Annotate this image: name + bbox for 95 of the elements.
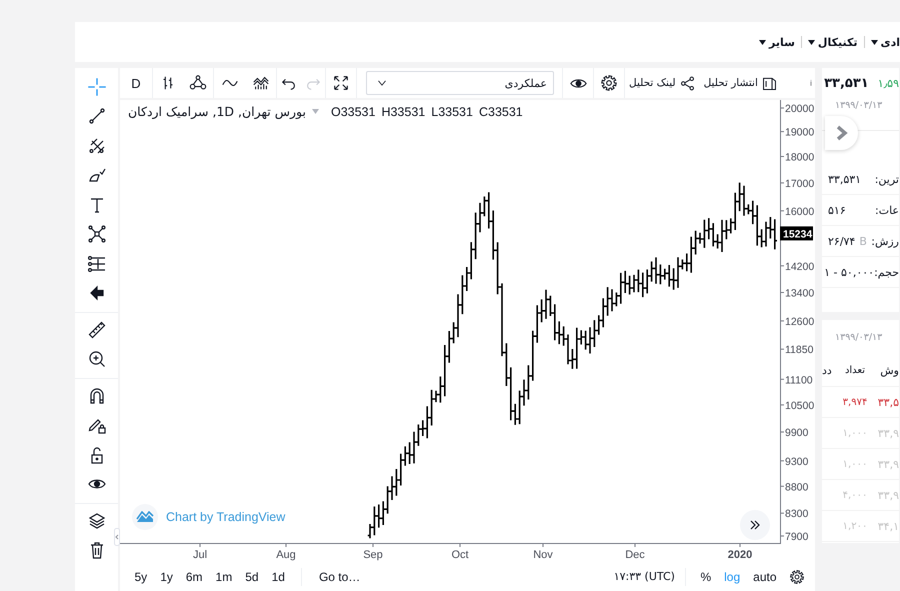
layers-icon[interactable] bbox=[86, 510, 106, 531]
ruler-icon[interactable] bbox=[86, 320, 106, 340]
time-axis-label: Aug bbox=[276, 549, 296, 561]
column-header: وش bbox=[880, 364, 899, 376]
time-axis-label: Sep bbox=[363, 549, 383, 561]
time-axis-label: Dec bbox=[625, 549, 645, 561]
range-button[interactable]: 5d bbox=[238, 562, 266, 591]
price-axis-label: 13400 bbox=[785, 288, 814, 300]
price-axis-label: 11850 bbox=[785, 344, 814, 356]
goto-button[interactable]: Go to… bbox=[312, 562, 367, 591]
trend-line-icon[interactable] bbox=[86, 106, 106, 126]
price-axis-label: 8800 bbox=[785, 481, 808, 494]
trade-count: ۳,۹۷۴ bbox=[842, 396, 868, 408]
time-axis-label: 2020 bbox=[728, 549, 752, 561]
change-value: ۱٫۵۹ bbox=[878, 76, 899, 90]
price-axis-label: 9900 bbox=[785, 427, 808, 439]
crosshair-icon[interactable] bbox=[86, 76, 108, 98]
caret-icon bbox=[758, 40, 766, 44]
templates-icon[interactable] bbox=[252, 74, 270, 92]
pitchfork-icon[interactable] bbox=[86, 136, 106, 156]
indicators-icon[interactable] bbox=[189, 74, 207, 92]
price-axis-label: 12600 bbox=[785, 316, 814, 328]
column-header: تعداد bbox=[844, 364, 866, 376]
settings-icon[interactable] bbox=[789, 568, 805, 584]
trade-count: ۱,۲۰۰ bbox=[842, 520, 868, 532]
range-button[interactable]: 1d bbox=[265, 562, 292, 591]
price-axis-label: 8300 bbox=[785, 508, 808, 520]
price-axis-label: 11100 bbox=[785, 374, 813, 386]
ohlc-value: O33531 bbox=[330, 104, 376, 118]
price-axis-label: 18000 bbox=[785, 152, 814, 164]
ohlc-value: L33531 bbox=[431, 104, 473, 118]
trade-count: ۴,۰۰۰ bbox=[842, 490, 868, 500]
layout-dropdown[interactable]: عملکردی bbox=[366, 71, 554, 95]
trade-price: ۳۳,۹ bbox=[878, 426, 899, 440]
menu-item[interactable]: سایر bbox=[758, 36, 795, 48]
price-axis-label: 9300 bbox=[785, 456, 808, 468]
stat-value: ۳۳,۵۳۱ bbox=[828, 172, 862, 186]
settings-icon[interactable] bbox=[600, 74, 618, 92]
price-axis-label: 19000 bbox=[785, 126, 814, 139]
price-axis-label: 20000 bbox=[785, 103, 814, 115]
interval-button[interactable]: D bbox=[120, 68, 152, 98]
stat-value: ۱ - ۵۰,۰۰۰ bbox=[824, 266, 874, 278]
stat-value: ۵۱۶ bbox=[828, 204, 846, 216]
range-button[interactable]: 1m bbox=[209, 562, 239, 591]
trade-price: ۳۴,۱ bbox=[878, 520, 899, 532]
last-price-label: 15234 bbox=[780, 226, 813, 240]
symbol-title: بورس تهران, 1D, سرامیک اردکان bbox=[128, 104, 306, 119]
time-axis-label: Nov bbox=[533, 549, 553, 561]
stat-value: ۲۶/۷۴ bbox=[828, 234, 856, 248]
range-button[interactable]: 6m bbox=[179, 562, 210, 591]
trade-count: ۱,۰۰۰ bbox=[842, 428, 868, 438]
price-axis-label: 16000 bbox=[785, 206, 814, 218]
scale-toggle[interactable]: auto bbox=[746, 562, 783, 591]
stat-label: حجم: bbox=[874, 266, 899, 278]
trade-price: ۳۳,۹ bbox=[878, 488, 899, 502]
trade-price: ۳۳,۹ bbox=[878, 458, 899, 470]
publish-button[interactable]: انتشار تحلیل bbox=[700, 68, 782, 98]
price-axis-label: 14200 bbox=[785, 260, 814, 273]
ohlc-value: C33531 bbox=[478, 104, 523, 118]
stat-label: عات: bbox=[875, 204, 899, 216]
time-axis-label: Oct bbox=[451, 549, 469, 561]
chevron-icon bbox=[834, 125, 848, 141]
caret-icon bbox=[870, 40, 878, 44]
menu-item[interactable]: تکنیکال bbox=[808, 36, 858, 48]
pattern-icon[interactable] bbox=[86, 224, 106, 244]
projection-icon[interactable] bbox=[86, 254, 106, 274]
date-label: ۱۳۹۹/۰۳/۱۳ bbox=[835, 100, 882, 110]
date-label: ۱۳۹۹/۰۳/۱۳ bbox=[835, 332, 882, 342]
price-axis-label: 10500 bbox=[785, 400, 814, 412]
ohlc-value: H33531 bbox=[381, 104, 426, 118]
range-button[interactable]: 1y bbox=[154, 562, 180, 591]
scroll-to-end-button[interactable] bbox=[740, 510, 770, 540]
fullscreen-icon[interactable] bbox=[332, 74, 350, 92]
share-link-button[interactable]: لینک تحلیل bbox=[625, 68, 700, 98]
cloud-logo-icon bbox=[136, 511, 154, 523]
unit-label: B bbox=[859, 234, 867, 248]
stat-label: ترین: bbox=[874, 172, 899, 186]
collapse-handle-icon[interactable] bbox=[114, 528, 120, 546]
zoom-in-icon[interactable] bbox=[86, 349, 106, 370]
scale-toggle[interactable]: % bbox=[694, 562, 718, 591]
trade-count: ۱,۰۰۰ bbox=[842, 458, 868, 470]
column-header: دد bbox=[822, 364, 832, 376]
price-axis-label: 7900 bbox=[785, 531, 808, 543]
time-axis-label: Jul bbox=[192, 549, 208, 561]
price-axis-label: 17000 bbox=[785, 178, 814, 190]
share-icon bbox=[678, 74, 696, 92]
menu-item[interactable]: ادی bbox=[870, 36, 900, 48]
clock-label: ۱۷:۳۳ (UTC) bbox=[614, 570, 675, 583]
caret-icon bbox=[808, 40, 815, 44]
trade-price: ۳۳,۵ bbox=[878, 396, 899, 408]
range-button[interactable]: 5y bbox=[128, 562, 154, 591]
double-chevron-icon bbox=[749, 519, 761, 531]
last-price: ۳۳,۵۳۱ bbox=[824, 76, 869, 90]
expand-button[interactable] bbox=[825, 116, 858, 150]
stat-label: رزش: bbox=[871, 234, 899, 248]
